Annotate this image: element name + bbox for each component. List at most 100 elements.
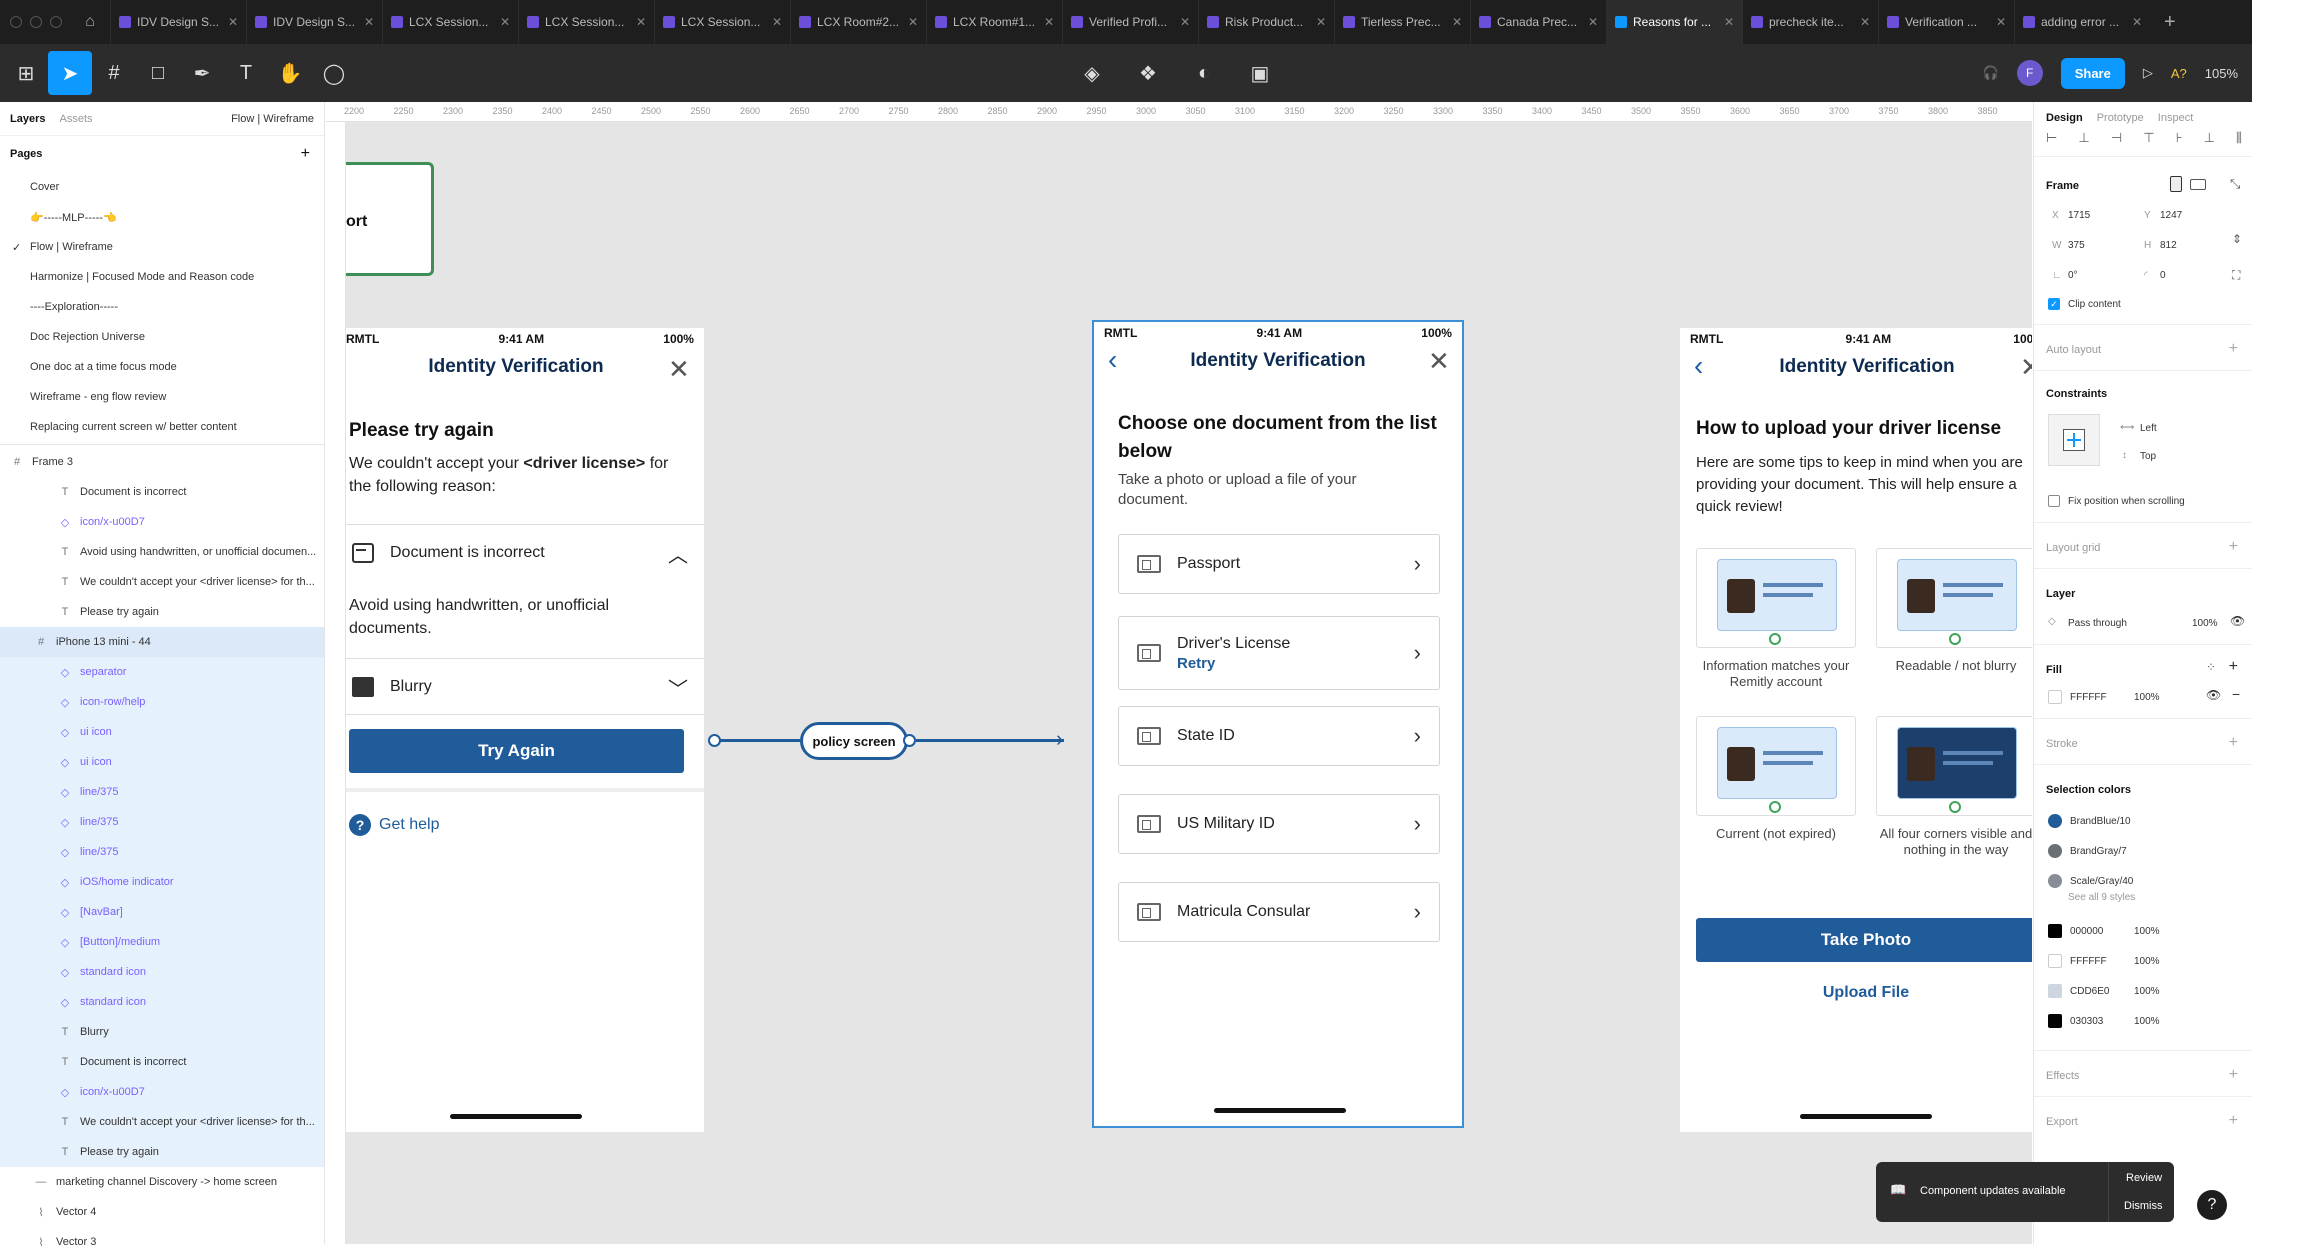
document-option[interactable]: Passport › — [1118, 534, 1440, 594]
align-right-icon[interactable]: ⊣ — [2111, 130, 2122, 146]
layer-row[interactable]: ⌇ Vector 3 — [0, 1227, 324, 1257]
remove-fill-icon[interactable]: − — [2232, 686, 2240, 702]
connector-pill[interactable]: policy screen — [800, 722, 908, 760]
add-fill-icon[interactable]: + — [2229, 658, 2238, 676]
constraints-widget[interactable] — [2048, 414, 2100, 466]
take-photo-button[interactable]: Take Photo — [1696, 918, 2032, 962]
boolean-icon[interactable]: ▣ — [1238, 51, 1282, 95]
color-swatch[interactable] — [2048, 1014, 2062, 1028]
style-name[interactable]: Scale/Gray/40 — [2070, 876, 2133, 887]
reason-row-blurry[interactable]: Blurry ﹀ — [346, 659, 704, 715]
text-tool-icon[interactable]: T — [224, 51, 268, 95]
eye-icon[interactable]: 👁 — [2230, 614, 2245, 628]
resize-icon[interactable]: ⤡ — [2230, 176, 2240, 192]
frame-label[interactable]: Frame — [2046, 180, 2079, 192]
close-tab-icon[interactable]: ✕ — [772, 15, 782, 29]
color-swatch[interactable] — [2048, 924, 2062, 938]
layer-row[interactable]: — marketing channel Discovery -> home scr… — [0, 1167, 324, 1197]
upload-file-link[interactable]: Upload File — [1696, 984, 2032, 1002]
close-tab-icon[interactable]: ✕ — [636, 15, 646, 29]
browser-tab[interactable]: IDV Design S... ✕ — [110, 0, 246, 44]
close-tab-icon[interactable]: ✕ — [228, 15, 238, 29]
browser-tab[interactable]: Canada Prec... ✕ — [1470, 0, 1606, 44]
style-swatch[interactable] — [2048, 844, 2062, 858]
independent-corners-icon[interactable]: ⛶ — [2232, 268, 2240, 283]
browser-tab[interactable]: LCX Room#1... ✕ — [926, 0, 1062, 44]
close-icon[interactable]: ✕ — [668, 356, 690, 382]
layer-row[interactable]: ◇ ui icon — [0, 717, 324, 747]
layer-row[interactable]: ◇ icon/x-u00D7 — [0, 507, 324, 537]
landscape-icon[interactable] — [2190, 179, 2206, 190]
layer-row[interactable]: T Please try again — [0, 597, 324, 627]
tab-inspect[interactable]: Inspect — [2158, 112, 2193, 124]
new-tab-button[interactable]: + — [2150, 11, 2176, 34]
dismiss-button[interactable]: Dismiss — [2124, 1200, 2163, 1212]
layer-row[interactable]: ◇ icon/x-u00D7 — [0, 1077, 324, 1107]
distribute-icon[interactable]: ⫼ — [2236, 130, 2242, 146]
move-tool-icon[interactable]: ➤ — [48, 51, 92, 95]
add-effect-icon[interactable]: + — [2229, 1066, 2238, 1084]
browser-tab[interactable]: LCX Session... ✕ — [518, 0, 654, 44]
color-swatch[interactable] — [2048, 984, 2062, 998]
color-swatch[interactable] — [2048, 954, 2062, 968]
portrait-icon[interactable] — [2170, 176, 2182, 192]
close-tab-icon[interactable]: ✕ — [1996, 15, 2006, 29]
color-hex[interactable]: CDD6E0 — [2070, 986, 2109, 997]
layer-opacity[interactable]: 100% — [2192, 618, 2218, 629]
play-icon[interactable]: ▷ — [2143, 65, 2153, 81]
layer-row[interactable]: T Document is incorrect — [0, 1047, 324, 1077]
align-top-icon[interactable]: ⊤ — [2143, 130, 2154, 146]
document-option[interactable]: US Military ID › — [1118, 794, 1440, 854]
hand-tool-icon[interactable]: ✋ — [268, 51, 312, 95]
add-page-icon[interactable]: + — [301, 145, 310, 163]
close-tab-icon[interactable]: ✕ — [2132, 15, 2142, 29]
layer-row[interactable]: ◇ iOS/home indicator — [0, 867, 324, 897]
screen-upload-tips[interactable]: RMTL 9:41 AM 100% ‹ Identity Verificatio… — [1680, 328, 2032, 1132]
layer-row[interactable]: ◇ line/375 — [0, 777, 324, 807]
browser-tab[interactable]: Risk Product... ✕ — [1198, 0, 1334, 44]
page-item[interactable]: Cover — [0, 172, 324, 202]
page-item[interactable]: ----Exploration----- — [0, 292, 324, 322]
fill-swatch[interactable] — [2048, 690, 2062, 704]
chevron-down-icon[interactable]: ﹀ — [668, 673, 688, 702]
x-value[interactable]: 1715 — [2068, 210, 2090, 221]
h-value[interactable]: 812 — [2160, 240, 2177, 251]
align-vcenter-icon[interactable]: ⊦ — [2176, 130, 2183, 146]
add-stroke-icon[interactable]: + — [2229, 734, 2238, 752]
tab-prototype[interactable]: Prototype — [2097, 112, 2144, 124]
style-name[interactable]: BrandGray/7 — [2070, 846, 2127, 857]
eye-icon[interactable]: 👁 — [2206, 688, 2221, 702]
layer-row[interactable]: ◇ line/375 — [0, 807, 324, 837]
constraint-v[interactable]: Top — [2140, 451, 2156, 462]
component-icon[interactable]: ❖ — [1126, 51, 1170, 95]
close-tab-icon[interactable]: ✕ — [1044, 15, 1054, 29]
align-bottom-icon[interactable]: ⊥ — [2204, 130, 2215, 146]
close-tab-icon[interactable]: ✕ — [1860, 15, 1870, 29]
layer-row[interactable]: T We couldn't accept your <driver license… — [0, 567, 324, 597]
comment-tool-icon[interactable]: ◯ — [312, 51, 356, 95]
try-again-button[interactable]: Try Again — [349, 729, 684, 773]
tab-layers[interactable]: Layers — [10, 113, 45, 125]
layer-row[interactable]: ◇ separator — [0, 657, 324, 687]
zoom-level[interactable]: 105% — [2205, 66, 2238, 81]
tab-design[interactable]: Design — [2046, 112, 2083, 124]
add-export-icon[interactable]: + — [2229, 1112, 2238, 1130]
align-left-icon[interactable]: ⊢ — [2046, 130, 2057, 146]
get-help-row[interactable]: ? Get help — [349, 814, 439, 836]
layer-row[interactable]: ◇ standard icon — [0, 957, 324, 987]
layer-row[interactable]: T Blurry — [0, 1017, 324, 1047]
page-selector[interactable]: Flow | Wireframe — [231, 113, 314, 125]
see-all-styles-link[interactable]: See all 9 styles — [2068, 892, 2135, 903]
style-swatch[interactable] — [2048, 874, 2062, 888]
layer-row[interactable]: T Please try again — [0, 1137, 324, 1167]
screen-choose-document[interactable]: RMTL 9:41 AM 100% ‹ Identity Verificatio… — [1092, 320, 1464, 1128]
layer-row[interactable]: ◇ ui icon — [0, 747, 324, 777]
reason-row-document[interactable]: Document is incorrect ︿ — [346, 525, 704, 581]
layer-row[interactable]: T Avoid using handwritten, or unofficial … — [0, 537, 324, 567]
window-controls[interactable] — [0, 16, 70, 28]
w-value[interactable]: 375 — [2068, 240, 2085, 251]
main-menu-icon[interactable]: ⊞ — [4, 51, 48, 95]
page-item[interactable]: 👉-----MLP-----👈 — [0, 202, 324, 232]
shape-tool-icon[interactable]: □ — [136, 51, 180, 95]
layer-row[interactable]: # iPhone 13 mini - 44 — [0, 627, 324, 657]
